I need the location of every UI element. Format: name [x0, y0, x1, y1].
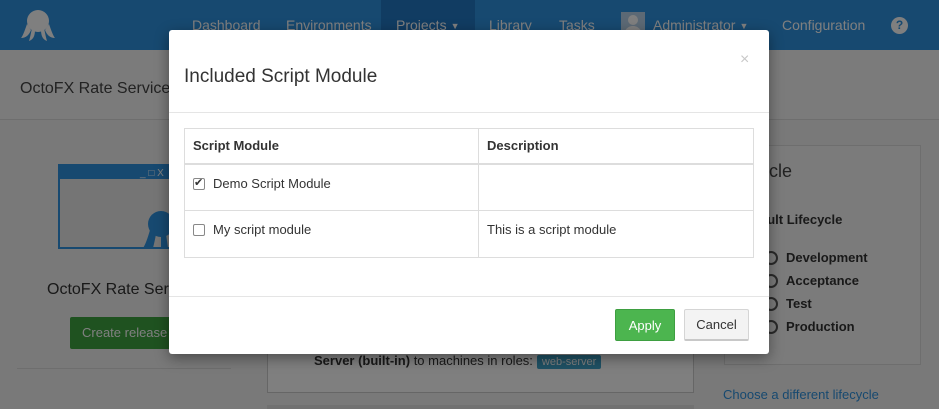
module-description: This is a script module	[478, 210, 754, 258]
apply-button[interactable]: Apply	[615, 309, 675, 341]
script-module-dialog: Included Script Module × Script Module D…	[169, 30, 769, 354]
table-row: My script module This is a script module	[184, 210, 754, 258]
module-description	[478, 163, 754, 211]
dialog-title: Included Script Module	[184, 66, 378, 87]
module-name: Demo Script Module	[213, 175, 331, 191]
module-checkbox[interactable]	[193, 176, 205, 190]
divider	[169, 296, 769, 297]
column-header-description: Description	[478, 128, 754, 165]
close-icon[interactable]: ×	[740, 51, 749, 69]
module-cell: My script module	[184, 210, 479, 258]
module-cell: Demo Script Module	[184, 163, 479, 211]
cancel-button[interactable]: Cancel	[684, 309, 749, 341]
module-name: My script module	[213, 222, 312, 237]
script-module-table: Script Module Description Demo Script Mo…	[184, 128, 754, 258]
table-header-row: Script Module Description	[184, 128, 754, 165]
divider	[169, 112, 769, 113]
column-header-script-module: Script Module	[184, 128, 479, 165]
table-row: Demo Script Module	[184, 163, 754, 211]
module-checkbox[interactable]	[193, 224, 205, 236]
